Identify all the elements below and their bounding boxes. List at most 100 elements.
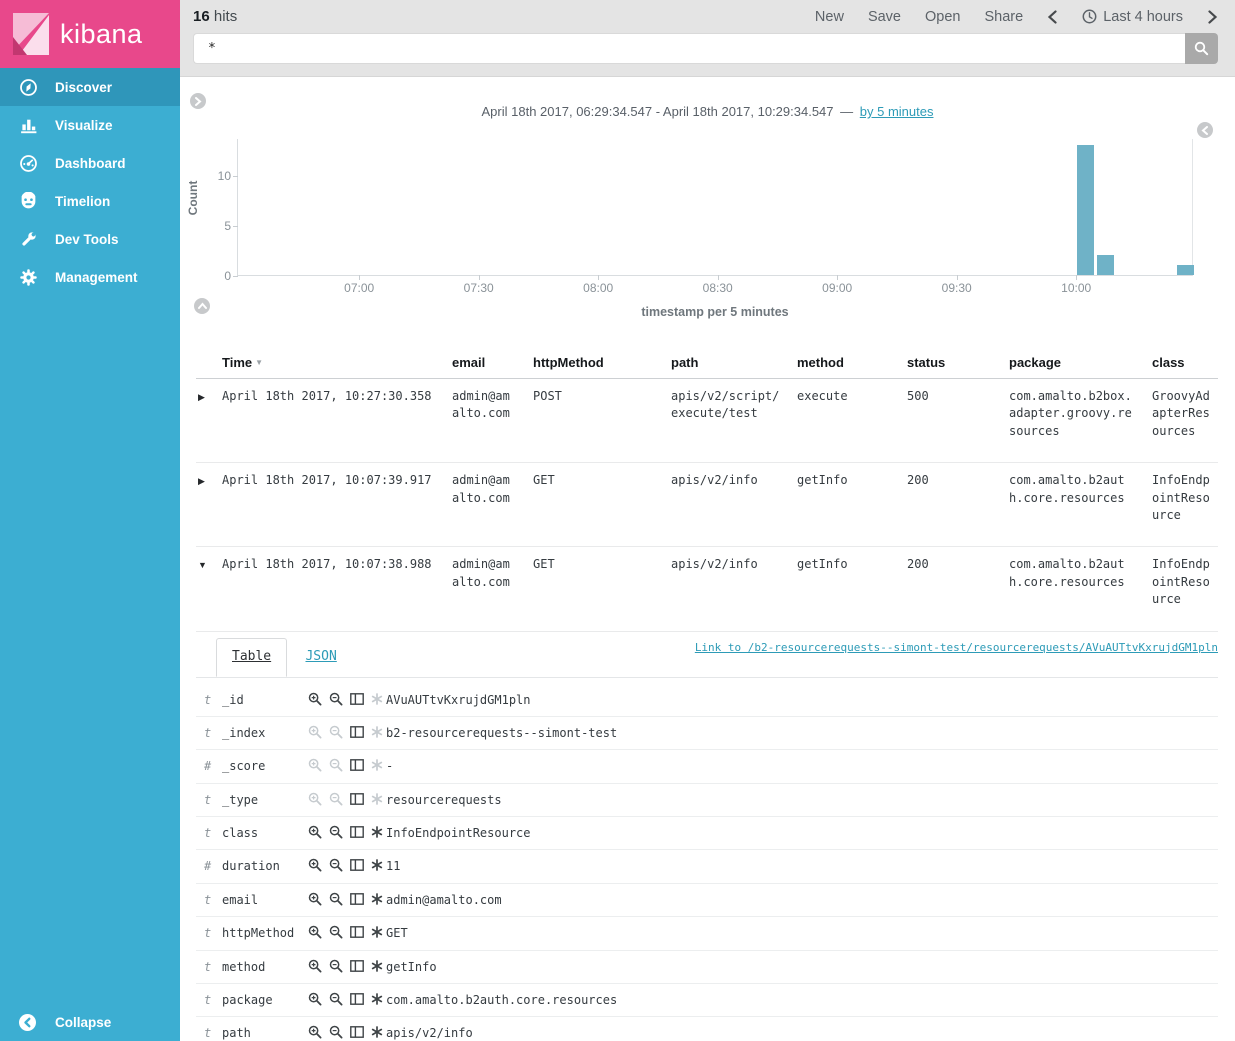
filter-for-value-icon[interactable] [308, 1025, 322, 1039]
filter-for-value-icon[interactable] [308, 725, 322, 739]
filter-out-value-icon[interactable] [329, 692, 343, 706]
sidebar-item-management[interactable]: Management [0, 258, 180, 296]
time-forward-button[interactable] [1207, 10, 1218, 24]
filter-for-field-present-icon[interactable] [371, 960, 383, 972]
bar-chart-icon [19, 116, 55, 135]
kibana-logo[interactable]: kibana [0, 0, 180, 68]
toggle-column-icon[interactable] [350, 1026, 364, 1038]
cell-time: April 18th 2017, 10:07:39.917 [214, 463, 444, 547]
column-header-status[interactable]: status [899, 349, 1001, 379]
x-axis-tick-label: 08:00 [583, 281, 613, 295]
share-button[interactable]: Share [984, 9, 1023, 25]
histogram-bar[interactable] [1077, 145, 1094, 275]
toggle-column-icon[interactable] [350, 793, 364, 805]
filter-for-value-icon[interactable] [308, 992, 322, 1006]
field-type-icon: t [204, 724, 222, 742]
field-name: email [222, 891, 308, 909]
field-name: duration [222, 857, 308, 875]
plot-area[interactable]: 051007:0007:3008:0008:3009:0009:3010:00 [237, 139, 1193, 276]
sidebar-item-visualize[interactable]: Visualize [0, 106, 180, 144]
toggle-column-icon[interactable] [350, 960, 364, 972]
filter-for-field-present-icon[interactable] [371, 759, 383, 771]
field-value: resourcerequests [386, 791, 1218, 809]
document-link[interactable]: Link to /b2-resourcerequests--simont-tes… [695, 640, 1218, 656]
column-header-path[interactable]: path [663, 349, 789, 379]
column-header-email[interactable]: email [444, 349, 525, 379]
collapse-chart-button[interactable] [194, 298, 210, 314]
toggle-column-icon[interactable] [350, 926, 364, 938]
time-picker-button[interactable]: Last 4 hours [1082, 9, 1183, 25]
discover-compass-icon [19, 78, 55, 97]
toggle-column-icon[interactable] [350, 693, 364, 705]
filter-out-value-icon[interactable] [329, 1025, 343, 1039]
new-button[interactable]: New [815, 9, 844, 25]
sidebar-collapse-button[interactable]: Collapse [0, 1003, 180, 1041]
filter-for-value-icon[interactable] [308, 959, 322, 973]
toggle-column-icon[interactable] [350, 993, 364, 1005]
filter-for-value-icon[interactable] [308, 925, 322, 939]
tab-json[interactable]: JSON [290, 639, 351, 677]
filter-out-value-icon[interactable] [329, 959, 343, 973]
toggle-column-icon[interactable] [350, 826, 364, 838]
filter-for-value-icon[interactable] [308, 758, 322, 772]
sidebar-item-devtools[interactable]: Dev Tools [0, 220, 180, 258]
histogram-bar[interactable] [1097, 255, 1114, 275]
save-button[interactable]: Save [868, 9, 901, 25]
filter-out-value-icon[interactable] [329, 725, 343, 739]
sidebar-item-timelion[interactable]: Timelion [0, 182, 180, 220]
filter-out-value-icon[interactable] [329, 892, 343, 906]
table-row[interactable]: ▶ April 18th 2017, 10:07:39.917 admin@am… [196, 463, 1218, 547]
expand-row-icon[interactable]: ▶ [198, 476, 205, 486]
column-header-class[interactable]: class [1144, 349, 1218, 379]
y-axis-tick-label: 5 [205, 219, 231, 233]
filter-for-value-icon[interactable] [308, 858, 322, 872]
collapse-row-icon[interactable]: ▼ [198, 560, 207, 570]
filter-out-value-icon[interactable] [329, 792, 343, 806]
filter-out-value-icon[interactable] [329, 758, 343, 772]
search-button[interactable] [1185, 33, 1218, 64]
filter-for-field-present-icon[interactable] [371, 893, 383, 905]
column-header-method[interactable]: method [789, 349, 899, 379]
y-axis-tick [233, 176, 238, 177]
filter-for-field-present-icon[interactable] [371, 1026, 383, 1038]
filter-for-field-present-icon[interactable] [371, 793, 383, 805]
field-name: _id [222, 691, 308, 709]
sidebar-item-discover[interactable]: Discover [0, 68, 180, 106]
cell-package: com.amalto.b2auth.core.resources [1001, 547, 1144, 631]
filter-out-value-icon[interactable] [329, 858, 343, 872]
open-button[interactable]: Open [925, 9, 960, 25]
filter-for-field-present-icon[interactable] [371, 859, 383, 871]
cell-method: getInfo [789, 547, 899, 631]
search-input[interactable] [193, 33, 1185, 64]
time-back-button[interactable] [1047, 10, 1058, 24]
toggle-column-icon[interactable] [350, 893, 364, 905]
field-value: getInfo [386, 958, 1218, 976]
filter-for-value-icon[interactable] [308, 692, 322, 706]
filter-for-field-present-icon[interactable] [371, 826, 383, 838]
interval-link[interactable]: by 5 minutes [860, 104, 934, 119]
filter-out-value-icon[interactable] [329, 925, 343, 939]
x-axis-tick-label: 08:30 [703, 281, 733, 295]
table-row[interactable]: ▶ April 18th 2017, 10:27:30.358 admin@am… [196, 379, 1218, 463]
table-row-expanded[interactable]: ▼ April 18th 2017, 10:07:38.988 admin@am… [196, 547, 1218, 631]
filter-for-field-present-icon[interactable] [371, 693, 383, 705]
filter-for-value-icon[interactable] [308, 792, 322, 806]
sidebar-item-dashboard[interactable]: Dashboard [0, 144, 180, 182]
tab-table[interactable]: Table [216, 638, 287, 678]
filter-for-field-present-icon[interactable] [371, 993, 383, 1005]
filter-for-value-icon[interactable] [308, 892, 322, 906]
field-value: apis/v2/info [386, 1024, 1218, 1041]
filter-out-value-icon[interactable] [329, 825, 343, 839]
filter-for-field-present-icon[interactable] [371, 926, 383, 938]
toggle-column-icon[interactable] [350, 859, 364, 871]
toggle-column-icon[interactable] [350, 726, 364, 738]
table-header-row: Time▼ email httpMethod path method statu… [196, 349, 1218, 379]
column-header-httpmethod[interactable]: httpMethod [525, 349, 663, 379]
histogram-bar[interactable] [1177, 265, 1194, 275]
toggle-column-icon[interactable] [350, 759, 364, 771]
column-header-package[interactable]: package [1001, 349, 1144, 379]
column-header-time[interactable]: Time▼ [214, 349, 444, 379]
filter-for-field-present-icon[interactable] [371, 726, 383, 738]
filter-out-value-icon[interactable] [329, 992, 343, 1006]
filter-for-value-icon[interactable] [308, 825, 322, 839]
